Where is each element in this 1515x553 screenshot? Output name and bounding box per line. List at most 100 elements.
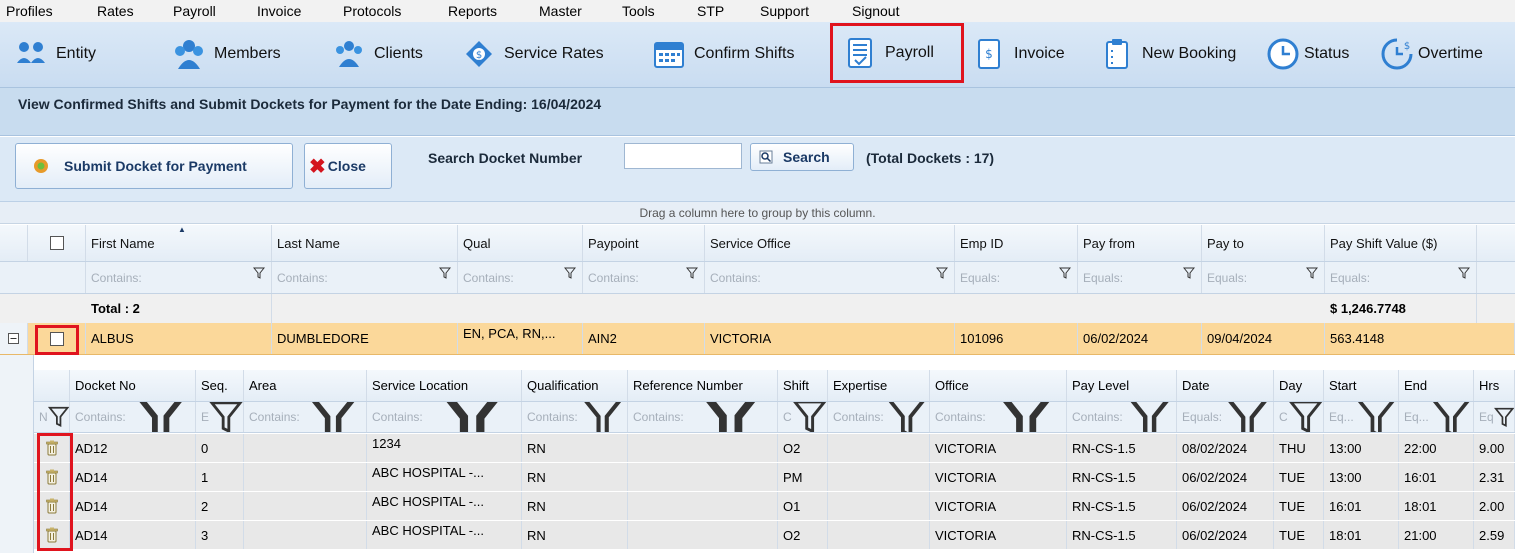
filter-icon[interactable] xyxy=(1429,402,1473,432)
filter-icon[interactable] xyxy=(564,267,576,279)
menu-protocols[interactable]: Protocols xyxy=(343,3,401,19)
filter-paypoint[interactable]: Contains: xyxy=(583,262,705,293)
detail-filter-date[interactable]: Equals: xyxy=(1177,402,1274,432)
filter-icon[interactable] xyxy=(1458,267,1470,279)
expand-toggle[interactable] xyxy=(0,323,28,354)
filter-icon[interactable] xyxy=(126,402,195,432)
col-emp-id[interactable]: Emp ID xyxy=(955,225,1078,261)
filter-first-name[interactable]: Contains: xyxy=(86,262,272,293)
filter-icon[interactable] xyxy=(578,402,627,432)
col-pay-shift-value[interactable]: Pay Shift Value ($) xyxy=(1325,225,1477,261)
filter-icon[interactable] xyxy=(439,267,451,279)
toolbar-invoice[interactable]: $ Invoice xyxy=(972,32,1065,76)
filter-icon[interactable] xyxy=(1123,402,1176,432)
table-row[interactable]: ALBUS DUMBLEDORE EN, PCA, RN,... AIN2 VI… xyxy=(0,323,1515,355)
detail-filter-shift[interactable]: C xyxy=(778,402,828,432)
toolbar-overtime[interactable]: $ Overtime xyxy=(1380,32,1483,76)
filter-icon[interactable] xyxy=(1493,407,1514,427)
collapse-icon[interactable] xyxy=(8,333,19,344)
detail-filter-seq[interactable]: E xyxy=(196,402,244,432)
menu-invoice[interactable]: Invoice xyxy=(257,3,301,19)
detail-filter-expertise[interactable]: Contains: xyxy=(828,402,930,432)
detail-col-qualification[interactable]: Qualification xyxy=(522,370,628,401)
detail-col-reference-number[interactable]: Reference Number xyxy=(628,370,778,401)
select-all-checkbox[interactable] xyxy=(49,236,64,250)
detail-col-start[interactable]: Start xyxy=(1324,370,1399,401)
toolbar-clients[interactable]: Clients xyxy=(332,32,423,76)
search-button[interactable]: Search xyxy=(750,143,854,171)
col-service-office[interactable]: Service Office xyxy=(705,225,955,261)
docket-search-input[interactable] xyxy=(624,143,742,169)
col-qual[interactable]: Qual xyxy=(458,225,583,261)
detail-col-docket-no[interactable]: Docket No xyxy=(70,370,196,401)
menu-stp[interactable]: STP xyxy=(697,3,724,19)
filter-icon[interactable] xyxy=(686,267,698,279)
menu-tools[interactable]: Tools xyxy=(622,3,655,19)
menu-master[interactable]: Master xyxy=(539,3,582,19)
filter-icon[interactable] xyxy=(1222,402,1273,432)
detail-filter-qualification[interactable]: Contains: xyxy=(522,402,628,432)
detail-filter-docket-no[interactable]: Contains: xyxy=(70,402,196,432)
filter-pay-to[interactable]: Equals: xyxy=(1202,262,1325,293)
filter-icon[interactable] xyxy=(47,406,69,428)
filter-pay-from[interactable]: Equals: xyxy=(1078,262,1202,293)
filter-icon[interactable] xyxy=(1306,267,1318,279)
filter-qual[interactable]: Contains: xyxy=(458,262,583,293)
detail-col-office[interactable]: Office xyxy=(930,370,1067,401)
filter-icon[interactable] xyxy=(209,402,243,432)
detail-filter-day[interactable]: C xyxy=(1274,402,1324,432)
col-paypoint[interactable]: Paypoint xyxy=(583,225,705,261)
menu-profiles[interactable]: Profiles xyxy=(6,3,53,19)
filter-icon[interactable] xyxy=(792,402,827,432)
detail-col-pay-level[interactable]: Pay Level xyxy=(1067,370,1177,401)
detail-filter-start[interactable]: Eq... xyxy=(1324,402,1399,432)
filter-icon[interactable] xyxy=(1288,402,1323,432)
toolbar-new-booking[interactable]: New Booking xyxy=(1100,32,1236,76)
detail-col-service-location[interactable]: Service Location xyxy=(367,370,522,401)
toolbar-members[interactable]: Members xyxy=(172,32,281,76)
filter-icon[interactable] xyxy=(884,402,929,432)
detail-col-hrs[interactable]: Hrs xyxy=(1474,370,1515,401)
close-button[interactable]: ✖ Close xyxy=(304,143,392,189)
filter-icon[interactable] xyxy=(423,402,521,432)
detail-filter-hrs[interactable]: Eq xyxy=(1474,402,1515,432)
submit-docket-button[interactable]: Submit Docket for Payment xyxy=(15,143,293,189)
detail-col-expertise[interactable]: Expertise xyxy=(828,370,930,401)
detail-filter-office[interactable]: Contains: xyxy=(930,402,1067,432)
table-row[interactable]: AD14 1 ABC HOSPITAL -... RN PM VICTORIA RN-CS-… xyxy=(34,463,1515,492)
detail-col-shift[interactable]: Shift xyxy=(778,370,828,401)
detail-filter-reference-number[interactable]: Contains: xyxy=(628,402,778,432)
col-pay-from[interactable]: Pay from xyxy=(1078,225,1202,261)
menu-signout[interactable]: Signout xyxy=(852,3,899,19)
toolbar-service-rates[interactable]: $ Service Rates xyxy=(462,32,604,76)
table-row[interactable]: AD14 3 ABC HOSPITAL -... RN O2 VICTORIA RN-CS-… xyxy=(34,521,1515,550)
detail-col-date[interactable]: Date xyxy=(1177,370,1274,401)
menu-payroll[interactable]: Payroll xyxy=(173,3,216,19)
filter-icon[interactable] xyxy=(684,402,777,432)
toolbar-payroll[interactable]: Payroll xyxy=(830,23,964,83)
detail-filter-area[interactable]: Contains: xyxy=(244,402,367,432)
filter-icon[interactable] xyxy=(986,402,1066,432)
filter-icon[interactable] xyxy=(1354,402,1398,432)
detail-filter-action[interactable]: N xyxy=(34,402,70,432)
filter-emp-id[interactable]: Equals: xyxy=(955,262,1078,293)
menu-rates[interactable]: Rates xyxy=(97,3,134,19)
menu-reports[interactable]: Reports xyxy=(448,3,497,19)
filter-icon[interactable] xyxy=(300,402,366,432)
detail-col-day[interactable]: Day xyxy=(1274,370,1324,401)
filter-last-name[interactable]: Contains: xyxy=(272,262,458,293)
detail-filter-service-location[interactable]: Contains: xyxy=(367,402,522,432)
detail-filter-end[interactable]: Eq... xyxy=(1399,402,1474,432)
menu-support[interactable]: Support xyxy=(760,3,809,19)
filter-icon[interactable] xyxy=(936,267,948,279)
filter-icon[interactable] xyxy=(253,267,265,279)
table-row[interactable]: AD12 0 1234 RN O2 VICTORIA RN-CS-1.5 08/02/2024… xyxy=(34,434,1515,463)
toolbar-confirm-shifts[interactable]: Confirm Shifts xyxy=(652,32,794,76)
group-by-area[interactable]: Drag a column here to group by this colu… xyxy=(0,202,1515,224)
filter-icon[interactable] xyxy=(1059,267,1071,279)
filter-pay-shift-value[interactable]: Equals: xyxy=(1325,262,1477,293)
filter-service-office[interactable]: Contains: xyxy=(705,262,955,293)
col-last-name[interactable]: Last Name xyxy=(272,225,458,261)
detail-filter-pay-level[interactable]: Contains: xyxy=(1067,402,1177,432)
detail-col-seq[interactable]: Seq. xyxy=(196,370,244,401)
